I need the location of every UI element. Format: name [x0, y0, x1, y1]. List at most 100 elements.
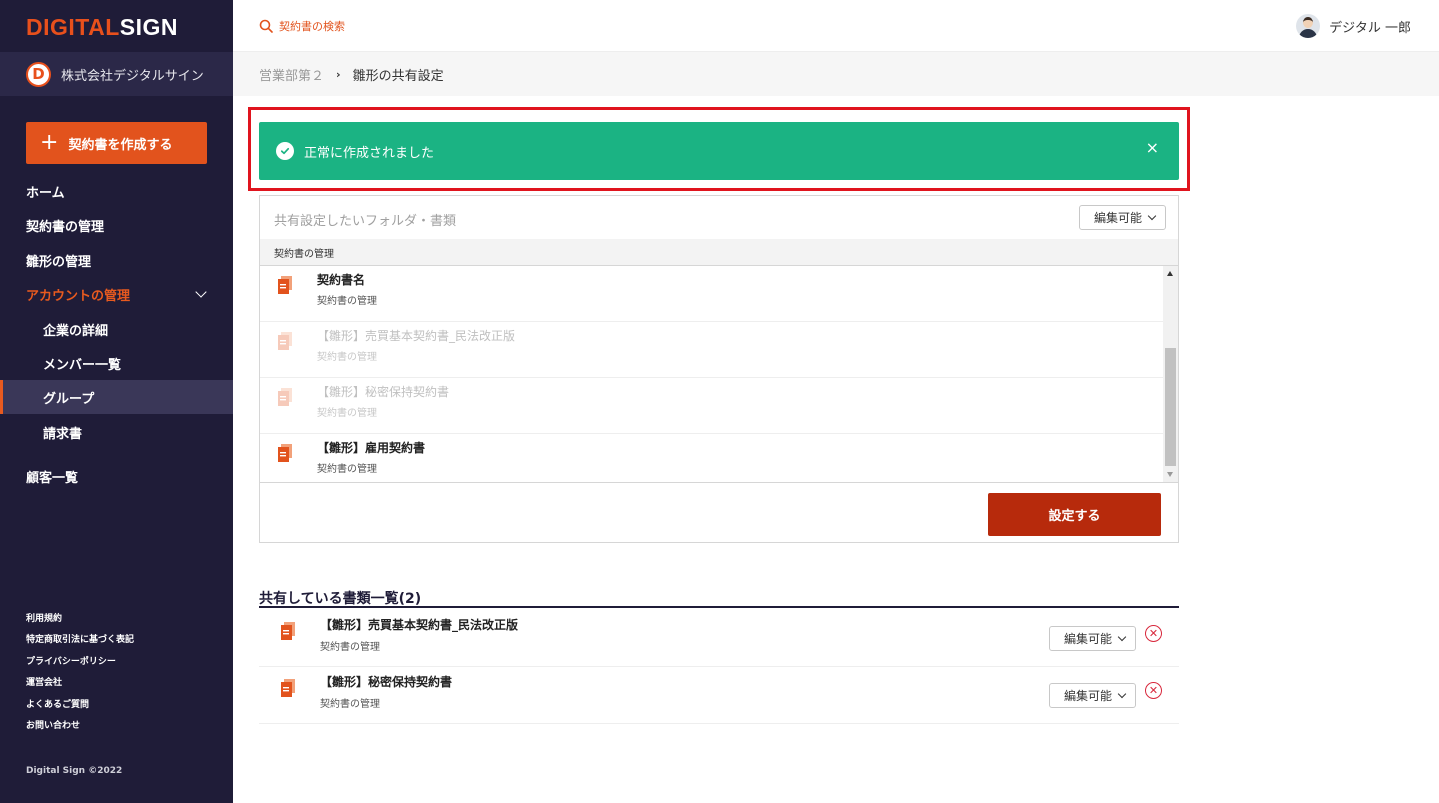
shared-document-folder: 契約書の管理: [320, 642, 380, 653]
document-title: 【雛形】雇用契約書: [317, 441, 426, 455]
user-name: デジタル 一郎: [1329, 20, 1411, 36]
app-logo[interactable]: DIGITALSIGN: [26, 14, 178, 41]
chevron-right-icon: ›: [336, 67, 341, 81]
document-list[interactable]: 契約書名 契約書の管理 【雛形】売買基本契約書_民法改正版 契約書の管理 【雛形…: [260, 266, 1178, 482]
share-settings-card: 共有設定したいフォルダ・書類 編集可能 契約書の管理 契約書名 契約書の管理 【…: [259, 195, 1179, 543]
nav-label: 請求書: [43, 426, 83, 442]
shared-document-folder: 契約書の管理: [320, 699, 380, 710]
nav-label: 顧客一覧: [26, 470, 79, 486]
permission-select-value: 編集可能: [1064, 632, 1113, 646]
remove-circle-icon[interactable]: ✕: [1145, 625, 1162, 642]
copyright: Digital Sign ©2022: [26, 766, 123, 776]
scroll-down-arrow-icon[interactable]: [1167, 472, 1173, 477]
nav-contract-management[interactable]: 契約書の管理: [0, 208, 233, 242]
document-icon: [281, 679, 295, 697]
footer-link-faq[interactable]: よくあるご質問: [26, 697, 89, 710]
company-logo-icon: D: [26, 61, 51, 87]
footer-link-company[interactable]: 運営会社: [26, 675, 62, 688]
scroll-up-arrow-icon[interactable]: [1167, 271, 1173, 276]
document-title: 【雛形】売買基本契約書_民法改正版: [317, 329, 516, 343]
remove-circle-icon[interactable]: ✕: [1145, 682, 1162, 699]
document-icon: [278, 388, 292, 406]
list-item[interactable]: 【雛形】雇用契約書 契約書の管理: [260, 434, 1163, 482]
document-icon: [278, 276, 292, 294]
shared-documents-heading: 共有している書類一覧(2): [259, 591, 422, 607]
folder-path-label: 契約書の管理: [274, 248, 334, 260]
chevron-down-icon: [1147, 211, 1157, 221]
company-switcher[interactable]: D 株式会社デジタルサイン: [0, 52, 233, 96]
list-item: 【雛形】売買基本契約書_民法改正版 契約書の管理: [260, 322, 1163, 378]
nav-template-management[interactable]: 雛形の管理: [0, 243, 233, 277]
create-contract-label: 契約書を作成する: [68, 137, 173, 153]
nav-label: 契約書の管理: [26, 219, 105, 235]
document-folder: 契約書の管理: [317, 408, 377, 419]
divider: [259, 606, 1179, 608]
scrollbar-thumb[interactable]: [1165, 348, 1176, 466]
table-row: 【雛形】秘密保持契約書 契約書の管理 編集可能 ✕: [259, 667, 1179, 724]
nav-label: グループ: [43, 391, 95, 407]
chevron-down-icon: [1117, 689, 1127, 699]
document-icon: [278, 332, 292, 350]
nav-label: 雛形の管理: [26, 254, 92, 270]
nav-account-management[interactable]: アカウントの管理: [0, 277, 233, 311]
nav-label: ホーム: [26, 185, 65, 201]
user-menu[interactable]: デジタル 一郎: [1296, 14, 1411, 38]
apply-settings-button[interactable]: 設定する: [988, 493, 1161, 536]
chevron-down-icon: [1117, 632, 1127, 642]
page-title: 雛形の共有設定: [352, 68, 444, 84]
avatar: [1296, 14, 1321, 38]
check-circle-icon: [276, 142, 294, 160]
alert-message: 正常に作成されました: [304, 145, 435, 161]
folder-path: 契約書の管理: [260, 239, 1178, 266]
table-row: 【雛形】売買基本契約書_民法改正版 契約書の管理 編集可能 ✕: [259, 610, 1179, 667]
share-target-heading: 共有設定したいフォルダ・書類: [274, 214, 457, 229]
nav-label: 企業の詳細: [43, 323, 109, 339]
nav-customer-list[interactable]: 顧客一覧: [0, 459, 233, 493]
nav-home[interactable]: ホーム: [0, 174, 233, 208]
nav-group[interactable]: グループ: [0, 380, 233, 414]
shared-permission-select[interactable]: 編集可能: [1049, 683, 1136, 708]
nav-invoice[interactable]: 請求書: [0, 415, 233, 449]
permission-select-value: 編集可能: [1064, 689, 1113, 703]
permission-select-value: 編集可能: [1094, 211, 1143, 225]
plus-icon: +: [40, 130, 59, 155]
document-icon: [281, 622, 295, 640]
permission-select[interactable]: 編集可能: [1079, 205, 1166, 230]
nav-label: アカウントの管理: [26, 288, 131, 304]
list-item[interactable]: 契約書名 契約書の管理: [260, 266, 1163, 322]
list-item: 【雛形】秘密保持契約書 契約書の管理: [260, 378, 1163, 434]
footer-link-commerce-act[interactable]: 特定商取引法に基づく表記: [26, 632, 134, 645]
document-folder: 契約書の管理: [317, 296, 377, 307]
close-icon[interactable]: ×: [1146, 140, 1159, 156]
company-name: 株式会社デジタルサイン: [61, 68, 204, 84]
shared-permission-select[interactable]: 編集可能: [1049, 626, 1136, 651]
footer-link-contact[interactable]: お問い合わせ: [26, 718, 80, 731]
document-icon: [278, 444, 292, 462]
search-icon: [259, 19, 273, 33]
logo-text-sign: SIGN: [119, 14, 179, 40]
shared-document-title: 【雛形】秘密保持契約書: [320, 675, 453, 689]
top-bar: 契約書の検索 デジタル 一郎: [233, 0, 1439, 52]
chevron-down-icon: [195, 286, 207, 298]
document-folder: 契約書の管理: [317, 464, 377, 475]
contract-search[interactable]: 契約書の検索: [259, 18, 345, 34]
success-alert: 正常に作成されました ×: [259, 122, 1179, 180]
logo-text-al: AL: [88, 14, 120, 40]
card-footer: 設定する: [260, 482, 1178, 542]
footer-link-privacy[interactable]: プライバシーポリシー: [26, 654, 116, 667]
shared-document-title: 【雛形】売買基本契約書_民法改正版: [320, 618, 519, 632]
search-label: 契約書の検索: [279, 20, 345, 33]
document-title: 契約書名: [317, 273, 366, 287]
footer-link-terms[interactable]: 利用規約: [26, 611, 62, 624]
breadcrumb-parent[interactable]: 営業部第２: [259, 65, 324, 84]
document-folder: 契約書の管理: [317, 352, 377, 363]
scrollbar[interactable]: [1163, 266, 1178, 482]
nav-company-details[interactable]: 企業の詳細: [0, 312, 233, 346]
sidebar: DIGITALSIGN D 株式会社デジタルサイン + 契約書を作成する ホーム…: [0, 0, 233, 803]
nav-label: メンバー一覧: [43, 357, 122, 373]
create-contract-button[interactable]: + 契約書を作成する: [26, 122, 207, 164]
breadcrumb: 営業部第２ › 雛形の共有設定: [233, 52, 1439, 96]
nav-member-list[interactable]: メンバー一覧: [0, 346, 233, 380]
logo-text-digit: DIGIT: [26, 14, 89, 40]
document-title: 【雛形】秘密保持契約書: [317, 385, 450, 399]
